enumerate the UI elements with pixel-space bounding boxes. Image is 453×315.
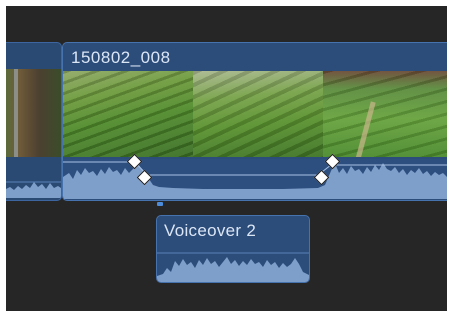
marker-indicator[interactable] xyxy=(157,202,163,206)
clip-audio-track[interactable] xyxy=(63,159,447,199)
voiceover-clip[interactable]: Voiceover 2 xyxy=(156,215,310,283)
timeline-canvas[interactable]: 150802_008 Voiceover 2 xyxy=(6,6,447,311)
filmstrip-frame xyxy=(323,71,447,157)
clip-thumbnail xyxy=(6,69,61,157)
filmstrip-frame xyxy=(63,71,193,157)
audio-waveform xyxy=(6,181,61,198)
audio-waveform xyxy=(63,161,447,199)
clip-filmstrip xyxy=(63,71,447,157)
previous-video-clip[interactable] xyxy=(6,42,62,201)
clip-title: Voiceover 2 xyxy=(164,221,257,240)
filmstrip-frame xyxy=(193,71,323,157)
video-clip-150802-008[interactable]: 150802_008 xyxy=(62,42,447,201)
clip-title: 150802_008 xyxy=(71,48,171,67)
audio-waveform xyxy=(157,252,309,282)
